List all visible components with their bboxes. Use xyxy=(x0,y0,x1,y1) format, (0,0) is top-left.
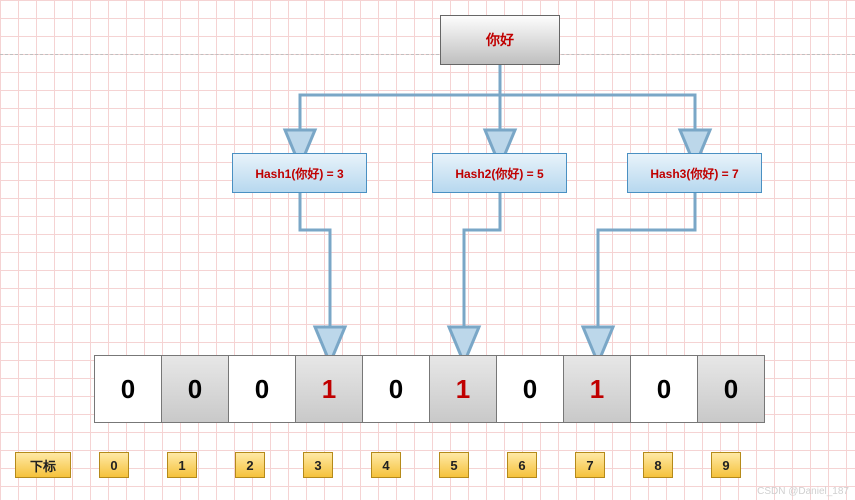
index-cell-4: 4 xyxy=(371,452,401,478)
arrow-layer xyxy=(0,0,855,500)
input-label: 你好 xyxy=(486,30,514,50)
hash2-label: Hash2(你好) = 5 xyxy=(455,165,543,182)
hash1-label: Hash1(你好) = 3 xyxy=(255,165,343,182)
bit-cell-9: 0 xyxy=(697,355,765,423)
hash3-node: Hash3(你好) = 7 xyxy=(627,153,762,193)
bit-cell-6: 0 xyxy=(496,355,564,423)
index-cell-8: 8 xyxy=(643,452,673,478)
index-cell-5: 5 xyxy=(439,452,469,478)
bit-cell-2: 0 xyxy=(228,355,296,423)
bit-cell-7: 1 xyxy=(563,355,631,423)
dotted-guide-line xyxy=(0,54,855,55)
watermark: CSDN @Daniel_187 xyxy=(757,486,849,497)
hash2-node: Hash2(你好) = 5 xyxy=(432,153,567,193)
index-cell-9: 9 xyxy=(711,452,741,478)
input-node: 你好 xyxy=(440,15,560,65)
bit-cell-8: 0 xyxy=(630,355,698,423)
hash1-node: Hash1(你好) = 3 xyxy=(232,153,367,193)
bit-cell-1: 0 xyxy=(161,355,229,423)
index-cell-3: 3 xyxy=(303,452,333,478)
index-cell-6: 6 xyxy=(507,452,537,478)
index-cell-1: 1 xyxy=(167,452,197,478)
hash3-label: Hash3(你好) = 7 xyxy=(650,165,738,182)
bit-cell-4: 0 xyxy=(362,355,430,423)
index-cell-7: 7 xyxy=(575,452,605,478)
bit-cell-5: 1 xyxy=(429,355,497,423)
bit-array: 0001010100 xyxy=(95,355,765,423)
index-row: 下标 0 1 2 3 4 5 6 7 8 9 xyxy=(15,452,741,478)
index-cell-2: 2 xyxy=(235,452,265,478)
bit-cell-0: 0 xyxy=(94,355,162,423)
index-cell-0: 0 xyxy=(99,452,129,478)
bit-cell-3: 1 xyxy=(295,355,363,423)
index-header: 下标 xyxy=(15,452,71,478)
